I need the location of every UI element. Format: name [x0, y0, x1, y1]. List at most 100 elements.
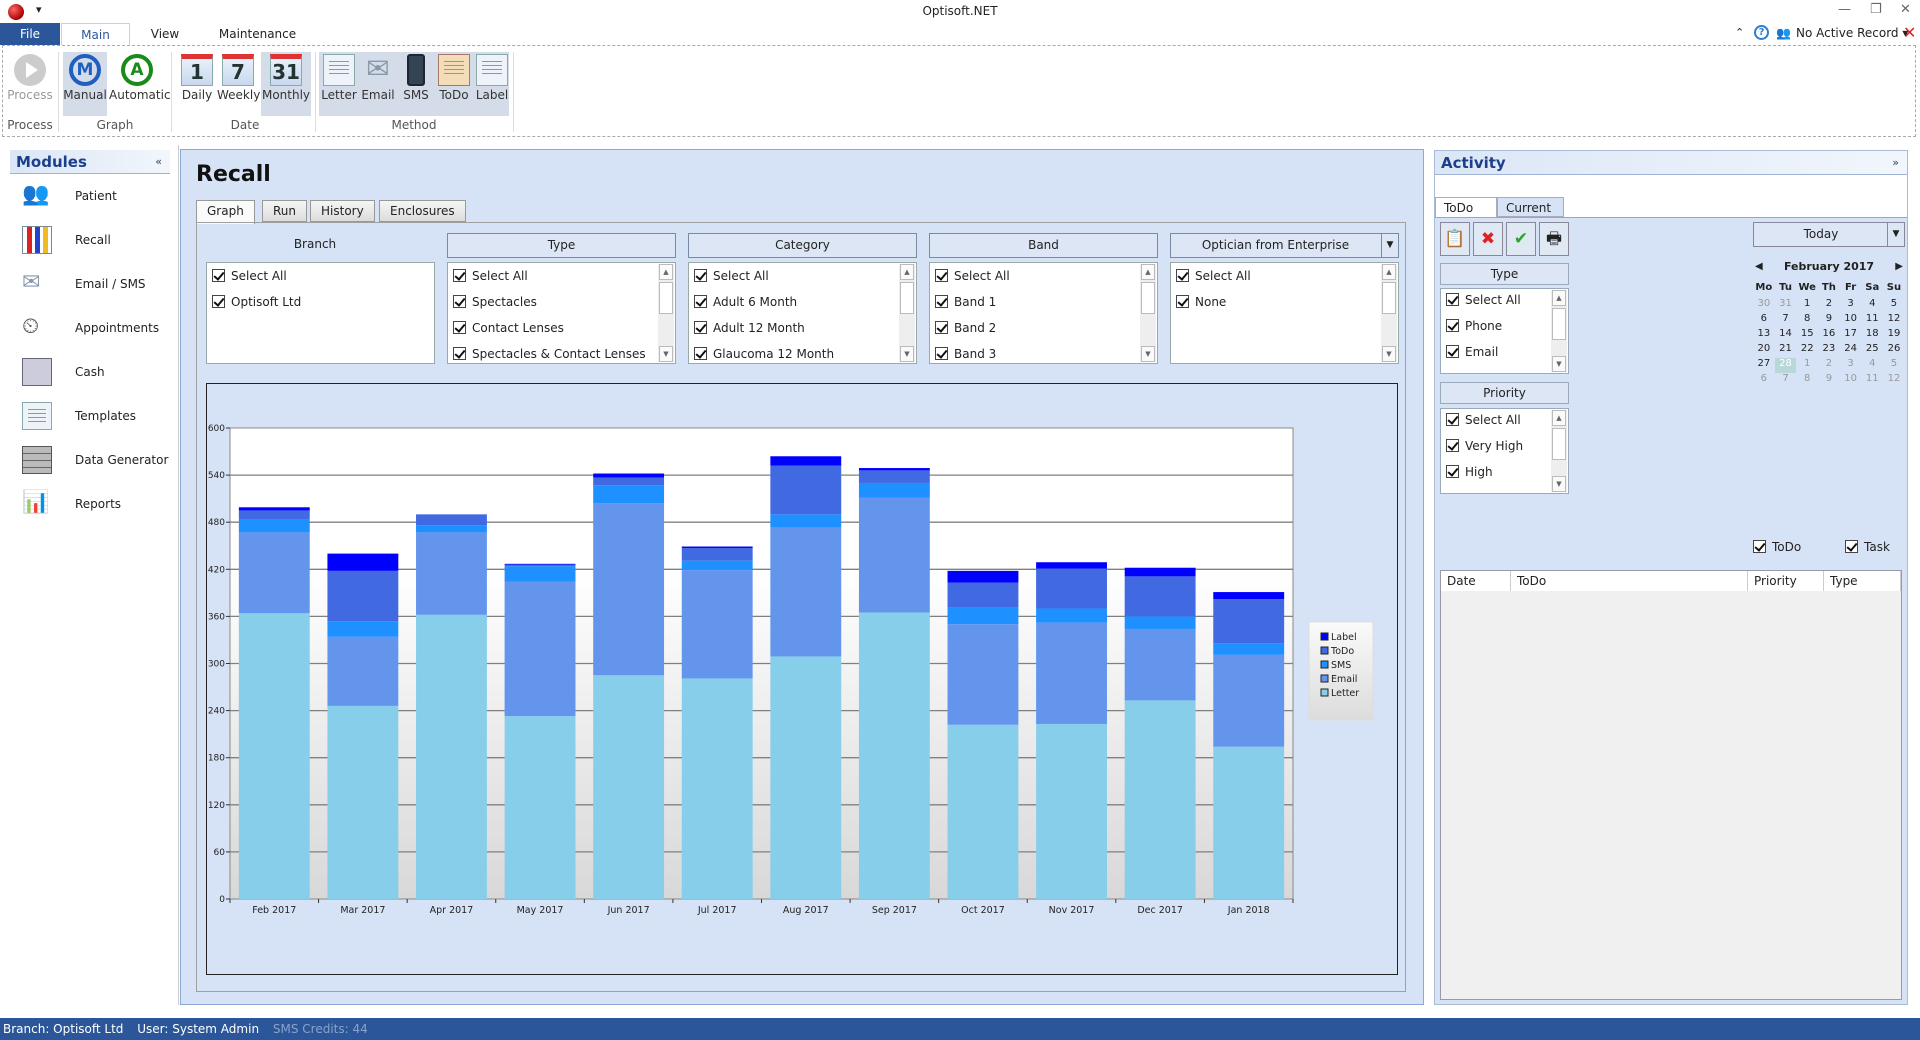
bar-todo-sep-2017[interactable] [858, 470, 930, 483]
bar-todo-feb-2017[interactable] [238, 510, 310, 520]
tab-file[interactable]: File [0, 23, 60, 45]
bar-letter-nov-2017[interactable] [1036, 723, 1107, 899]
collapse-ribbon-icon[interactable]: ⌃ [1735, 26, 1744, 39]
bar-label-dec-2017[interactable] [1124, 567, 1196, 577]
calendar-day[interactable]: 9 [1818, 313, 1840, 328]
calendar-day[interactable]: 21 [1775, 343, 1797, 358]
process-button[interactable]: Process [7, 52, 53, 116]
column-date[interactable]: Date [1441, 571, 1511, 591]
calendar-day[interactable]: 1 [1796, 298, 1818, 313]
bar-email-sep-2017[interactable] [858, 497, 930, 613]
calendar-day[interactable]: 3 [1840, 298, 1862, 313]
bar-sms-nov-2017[interactable] [1036, 608, 1107, 623]
band-list[interactable]: Select All Band 1 Band 2 Band 3 ▲ ▼ [929, 262, 1158, 364]
calendar-day[interactable]: 5 [1883, 298, 1905, 313]
bar-email-jan-2018[interactable] [1213, 654, 1285, 747]
calendar-day[interactable]: 6 [1753, 313, 1775, 328]
bar-email-dec-2017[interactable] [1124, 628, 1196, 701]
bar-todo-mar-2017[interactable] [327, 570, 399, 622]
bar-letter-apr-2017[interactable] [416, 614, 487, 899]
priority-item[interactable]: High [1446, 465, 1493, 479]
tab-view[interactable]: View [145, 23, 185, 45]
calendar-day[interactable]: 11 [1861, 313, 1883, 328]
bar-todo-nov-2017[interactable] [1036, 568, 1107, 609]
calendar-day[interactable]: 2 [1818, 358, 1840, 373]
calendar-day[interactable]: 16 [1818, 328, 1840, 343]
scrollbar[interactable]: ▲ ▼ [658, 264, 674, 362]
bar-label-aug-2017[interactable] [770, 456, 842, 466]
priority-item[interactable]: Select All [1446, 413, 1521, 427]
column-type[interactable]: Type [1824, 571, 1901, 591]
todo-grid[interactable]: Date ToDo Priority Type [1440, 570, 1902, 1000]
calendar-day[interactable]: 7 [1775, 313, 1797, 328]
category-list[interactable]: Select All Adult 6 Month Adult 12 Month … [688, 262, 917, 364]
calendar-day[interactable]: 11 [1861, 373, 1883, 388]
bar-todo-aug-2017[interactable] [770, 465, 842, 515]
scrollbar[interactable]: ▲ ▼ [899, 264, 915, 362]
show-task-checkbox[interactable]: Task [1845, 540, 1890, 554]
branch-optisoft[interactable]: Optisoft Ltd [212, 295, 301, 309]
activity-type-item[interactable]: Email [1446, 345, 1498, 359]
next-month-icon[interactable]: ▶ [1895, 258, 1903, 276]
bar-letter-oct-2017[interactable] [947, 724, 1019, 899]
tab-graph[interactable]: Graph [196, 200, 255, 224]
calendar-day[interactable]: 15 [1796, 328, 1818, 343]
bar-letter-jun-2017[interactable] [593, 675, 665, 899]
tab-run[interactable]: Run [262, 200, 308, 222]
manual-button[interactable]: M Manual [63, 52, 107, 116]
bar-label-mar-2017[interactable] [327, 553, 399, 571]
calendar-day[interactable]: 10 [1840, 313, 1862, 328]
bar-email-nov-2017[interactable] [1036, 622, 1107, 724]
column-priority[interactable]: Priority [1748, 571, 1824, 591]
calendar-day[interactable]: 4 [1861, 298, 1883, 313]
type-item[interactable]: Spectacles & Contact Lenses [453, 347, 646, 361]
bar-email-jun-2017[interactable] [593, 503, 665, 676]
bar-email-mar-2017[interactable] [327, 636, 399, 706]
calendar-day[interactable]: 18 [1861, 328, 1883, 343]
bar-label-jan-2018[interactable] [1213, 592, 1285, 600]
activity-type-item[interactable]: Select All [1446, 293, 1521, 307]
calendar-day[interactable]: 7 [1775, 373, 1797, 388]
calendar-day[interactable]: 19 [1883, 328, 1905, 343]
module-recall[interactable]: Recall [22, 224, 172, 260]
calendar-day[interactable]: 8 [1796, 313, 1818, 328]
bar-letter-jul-2017[interactable] [681, 678, 753, 899]
optician-list[interactable]: Select All None ▲ ▼ [1170, 262, 1399, 364]
bar-todo-apr-2017[interactable] [416, 514, 487, 526]
show-todo-checkbox[interactable]: ToDo [1753, 540, 1801, 554]
minimize-button[interactable]: — [1838, 2, 1851, 17]
bar-todo-jun-2017[interactable] [593, 477, 665, 486]
calendar-day[interactable]: 13 [1753, 328, 1775, 343]
bar-label-oct-2017[interactable] [947, 570, 1019, 583]
priority-item[interactable]: Very High [1446, 439, 1523, 453]
daily-button[interactable]: 1 Daily [179, 52, 215, 116]
bar-email-jul-2017[interactable] [681, 570, 753, 679]
active-record-dropdown[interactable]: No Active Record ▾ [1796, 26, 1908, 40]
bar-email-feb-2017[interactable] [238, 532, 310, 614]
bar-sms-oct-2017[interactable] [947, 607, 1019, 625]
category-header[interactable]: Category [688, 233, 917, 258]
module-email-sms[interactable]: ✉ Email / SMS [22, 268, 172, 304]
calendar-day[interactable]: 20 [1753, 343, 1775, 358]
calendar-day[interactable]: 10 [1840, 373, 1862, 388]
module-appointments[interactable]: ⏲ Appointments [22, 312, 172, 348]
bar-sms-mar-2017[interactable] [327, 621, 399, 637]
band-header[interactable]: Band [929, 233, 1158, 258]
bar-todo-dec-2017[interactable] [1124, 576, 1196, 617]
bar-letter-may-2017[interactable] [504, 716, 576, 899]
label-button[interactable]: Label [475, 52, 509, 116]
calendar-day[interactable]: 23 [1818, 343, 1840, 358]
scrollbar[interactable]: ▲ ▼ [1140, 264, 1156, 362]
calendar-day[interactable]: 4 [1861, 358, 1883, 373]
complete-todo-button[interactable]: ✔ [1506, 222, 1536, 256]
module-templates[interactable]: Templates [22, 400, 172, 436]
tab-history[interactable]: History [310, 200, 375, 222]
bar-letter-sep-2017[interactable] [858, 612, 930, 899]
optician-header[interactable]: Optician from Enterprise ▼ [1170, 233, 1399, 258]
priority-filter-header[interactable]: Priority [1440, 382, 1569, 404]
weekly-button[interactable]: 7 Weekly [217, 52, 260, 116]
calendar-day[interactable]: 1 [1796, 358, 1818, 373]
calendar[interactable]: ◀ February 2017 ▶ Mo Tu We Th Fr Sa Su 30 31 1 2 3… [1753, 258, 1905, 388]
type-item[interactable]: Contact Lenses [453, 321, 564, 335]
email-button[interactable]: ✉ Email [360, 52, 396, 116]
